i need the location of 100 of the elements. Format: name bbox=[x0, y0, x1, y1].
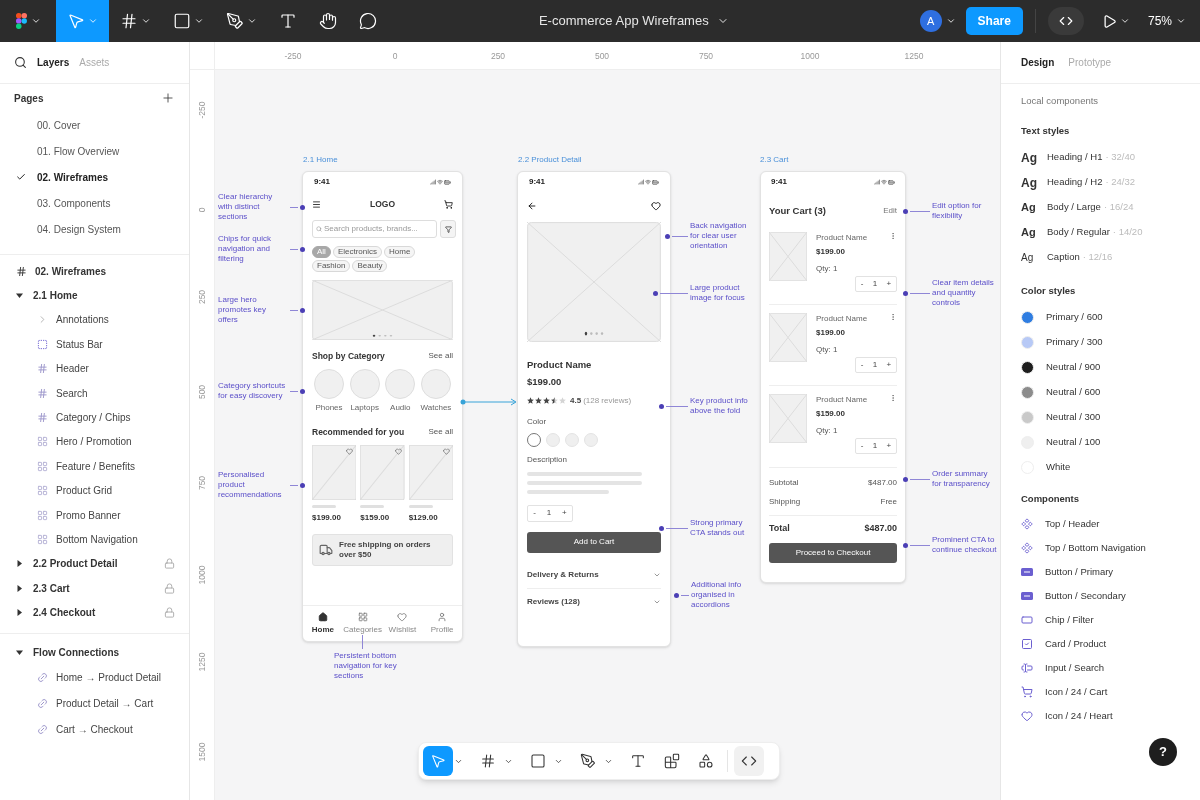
component-row[interactable]: Icon / 24 / Heart bbox=[1021, 704, 1180, 728]
filter-button[interactable] bbox=[440, 220, 456, 238]
cart-icon[interactable] bbox=[444, 199, 453, 209]
component-row[interactable]: Top / Bottom Navigation bbox=[1021, 536, 1180, 560]
page-item[interactable]: 04. Design System bbox=[0, 216, 189, 242]
see-all-link[interactable]: See all bbox=[428, 350, 453, 363]
disclosure-triangle-icon[interactable] bbox=[16, 649, 23, 657]
color-style-row[interactable]: Primary / 600 bbox=[1021, 305, 1180, 330]
heart-icon[interactable] bbox=[651, 201, 661, 211]
decrease-button[interactable]: - bbox=[533, 507, 537, 519]
increase-button[interactable]: + bbox=[886, 440, 892, 453]
filter-chip[interactable]: Beauty bbox=[352, 260, 388, 272]
layer-row[interactable]: Product Grid bbox=[0, 478, 189, 503]
file-title-button[interactable]: E-commerce App Wireframes bbox=[538, 11, 729, 31]
zoom-button[interactable]: 75% bbox=[1147, 12, 1186, 30]
component-row[interactable]: Button / Primary bbox=[1021, 560, 1180, 584]
checkout-button[interactable]: Proceed to Checkout bbox=[769, 542, 897, 563]
product-card[interactable]: $129.00 bbox=[408, 444, 453, 524]
nav-tab[interactable]: Categories bbox=[342, 611, 383, 636]
layer-row[interactable]: 2.3 Cart bbox=[0, 576, 189, 601]
layer-row[interactable]: 2.4 Checkout bbox=[0, 600, 189, 625]
disclosure-triangle-icon[interactable] bbox=[16, 560, 23, 568]
avatar[interactable]: A bbox=[919, 10, 942, 32]
product-card[interactable]: $199.00 bbox=[312, 444, 357, 524]
flow-row[interactable]: Cart → Checkout bbox=[0, 716, 189, 743]
component-row[interactable]: Input / Search bbox=[1021, 656, 1180, 680]
search-icon[interactable] bbox=[14, 56, 27, 69]
category-shortcut[interactable]: Audio bbox=[383, 368, 418, 414]
component-row[interactable]: Top / Header bbox=[1021, 512, 1180, 536]
component-row[interactable]: Icon / 24 / Cart bbox=[1021, 680, 1180, 704]
color-style-row[interactable]: Primary / 300 bbox=[1021, 330, 1180, 355]
quantity-stepper[interactable]: - 1 + bbox=[855, 357, 897, 374]
category-shortcut[interactable]: Phones bbox=[312, 368, 346, 414]
disclosure-triangle-icon[interactable] bbox=[16, 292, 23, 300]
layer-row[interactable]: 02. Wireframes bbox=[0, 259, 189, 284]
page-item[interactable]: 02. Wireframes bbox=[0, 164, 189, 190]
more-icon[interactable] bbox=[889, 394, 897, 403]
more-icon[interactable] bbox=[889, 232, 897, 241]
layer-row[interactable]: Category / Chips bbox=[0, 405, 189, 430]
layer-row[interactable]: 2.1 Home bbox=[0, 283, 189, 308]
layer-row[interactable]: Feature / Benefits bbox=[0, 454, 189, 479]
color-style-row[interactable]: Neutral / 300 bbox=[1021, 405, 1180, 430]
page-item[interactable]: 01. Flow Overview bbox=[0, 138, 189, 164]
color-style-row[interactable]: Neutral / 600 bbox=[1021, 380, 1180, 405]
product-card[interactable]: $159.00 bbox=[360, 444, 405, 524]
menu-icon[interactable] bbox=[312, 199, 321, 209]
color-style-row[interactable]: Neutral / 100 bbox=[1021, 430, 1180, 455]
increase-button[interactable]: + bbox=[886, 278, 892, 291]
dev-mode-button[interactable] bbox=[1047, 7, 1084, 35]
text-style-row[interactable]: Ag Heading / H2 · 24/32 bbox=[1021, 170, 1180, 195]
component-row[interactable]: Card / Product bbox=[1021, 632, 1180, 656]
layer-row[interactable]: Promo Banner bbox=[0, 502, 189, 528]
increase-button[interactable]: + bbox=[561, 507, 567, 519]
edit-link[interactable]: Edit bbox=[883, 205, 897, 218]
layer-row[interactable]: Header bbox=[0, 356, 189, 381]
back-icon[interactable] bbox=[527, 201, 537, 211]
increase-button[interactable]: + bbox=[886, 359, 892, 372]
quantity-stepper[interactable]: - 1 + bbox=[855, 438, 897, 455]
text-style-row[interactable]: Ag Body / Large · 16/24 bbox=[1021, 195, 1180, 220]
decrease-button[interactable]: - bbox=[860, 278, 864, 291]
nav-tab[interactable]: Home bbox=[303, 611, 343, 636]
nav-tab[interactable]: Profile bbox=[422, 611, 462, 636]
quantity-stepper[interactable]: - 1 + bbox=[527, 504, 573, 522]
filter-chip[interactable]: Home bbox=[384, 246, 416, 258]
flow-row[interactable]: Home → Product Detail bbox=[0, 664, 189, 691]
panel-tab[interactable]: Design bbox=[1021, 55, 1055, 70]
disclosure-triangle-icon[interactable] bbox=[16, 584, 23, 592]
layer-row[interactable]: Search bbox=[0, 380, 189, 406]
layer-row[interactable]: Flow Connections bbox=[0, 640, 189, 665]
category-shortcut[interactable]: Watches bbox=[418, 368, 453, 414]
panel-tab[interactable]: Layers bbox=[37, 55, 70, 70]
accordion-header[interactable]: Reviews (128) bbox=[527, 588, 661, 615]
caret-icon[interactable] bbox=[945, 16, 956, 26]
see-all-link[interactable]: See all bbox=[428, 426, 453, 439]
add-to-cart-button[interactable]: Add to Cart bbox=[527, 531, 661, 553]
text-style-row[interactable]: Ag Caption · 12/16 bbox=[1021, 245, 1180, 270]
more-icon[interactable] bbox=[889, 313, 897, 322]
filter-chip[interactable]: Fashion bbox=[312, 260, 351, 272]
color-option[interactable] bbox=[527, 432, 541, 447]
nav-tab[interactable]: Wishlist bbox=[382, 611, 423, 636]
component-row[interactable]: Chip / Filter bbox=[1021, 608, 1180, 632]
decrease-button[interactable]: - bbox=[860, 440, 864, 453]
text-style-row[interactable]: Ag Heading / H1 · 32/40 bbox=[1021, 145, 1180, 170]
quantity-stepper[interactable]: - 1 + bbox=[855, 276, 897, 293]
present-button[interactable] bbox=[1101, 13, 1130, 29]
text-style-row[interactable]: Ag Body / Regular · 14/20 bbox=[1021, 220, 1180, 245]
layer-row[interactable]: 2.2 Product Detail bbox=[0, 551, 189, 577]
layer-row[interactable]: Status Bar bbox=[0, 332, 189, 357]
category-shortcut[interactable]: Laptops bbox=[347, 368, 382, 414]
color-style-row[interactable]: White bbox=[1021, 455, 1180, 480]
page-item[interactable]: 03. Components bbox=[0, 190, 189, 216]
layer-row[interactable]: Hero / Promotion bbox=[0, 429, 189, 455]
page-item[interactable]: 00. Cover bbox=[0, 112, 189, 138]
layer-row[interactable]: Bottom Navigation bbox=[0, 527, 189, 552]
filter-chip[interactable]: Electronics bbox=[332, 246, 382, 258]
component-row[interactable]: Button / Secondary bbox=[1021, 584, 1180, 608]
color-style-row[interactable]: Neutral / 900 bbox=[1021, 355, 1180, 380]
decrease-button[interactable]: - bbox=[860, 359, 864, 372]
flow-row[interactable]: Product Detail → Cart bbox=[0, 690, 189, 717]
layer-row[interactable]: Annotations bbox=[0, 307, 189, 333]
